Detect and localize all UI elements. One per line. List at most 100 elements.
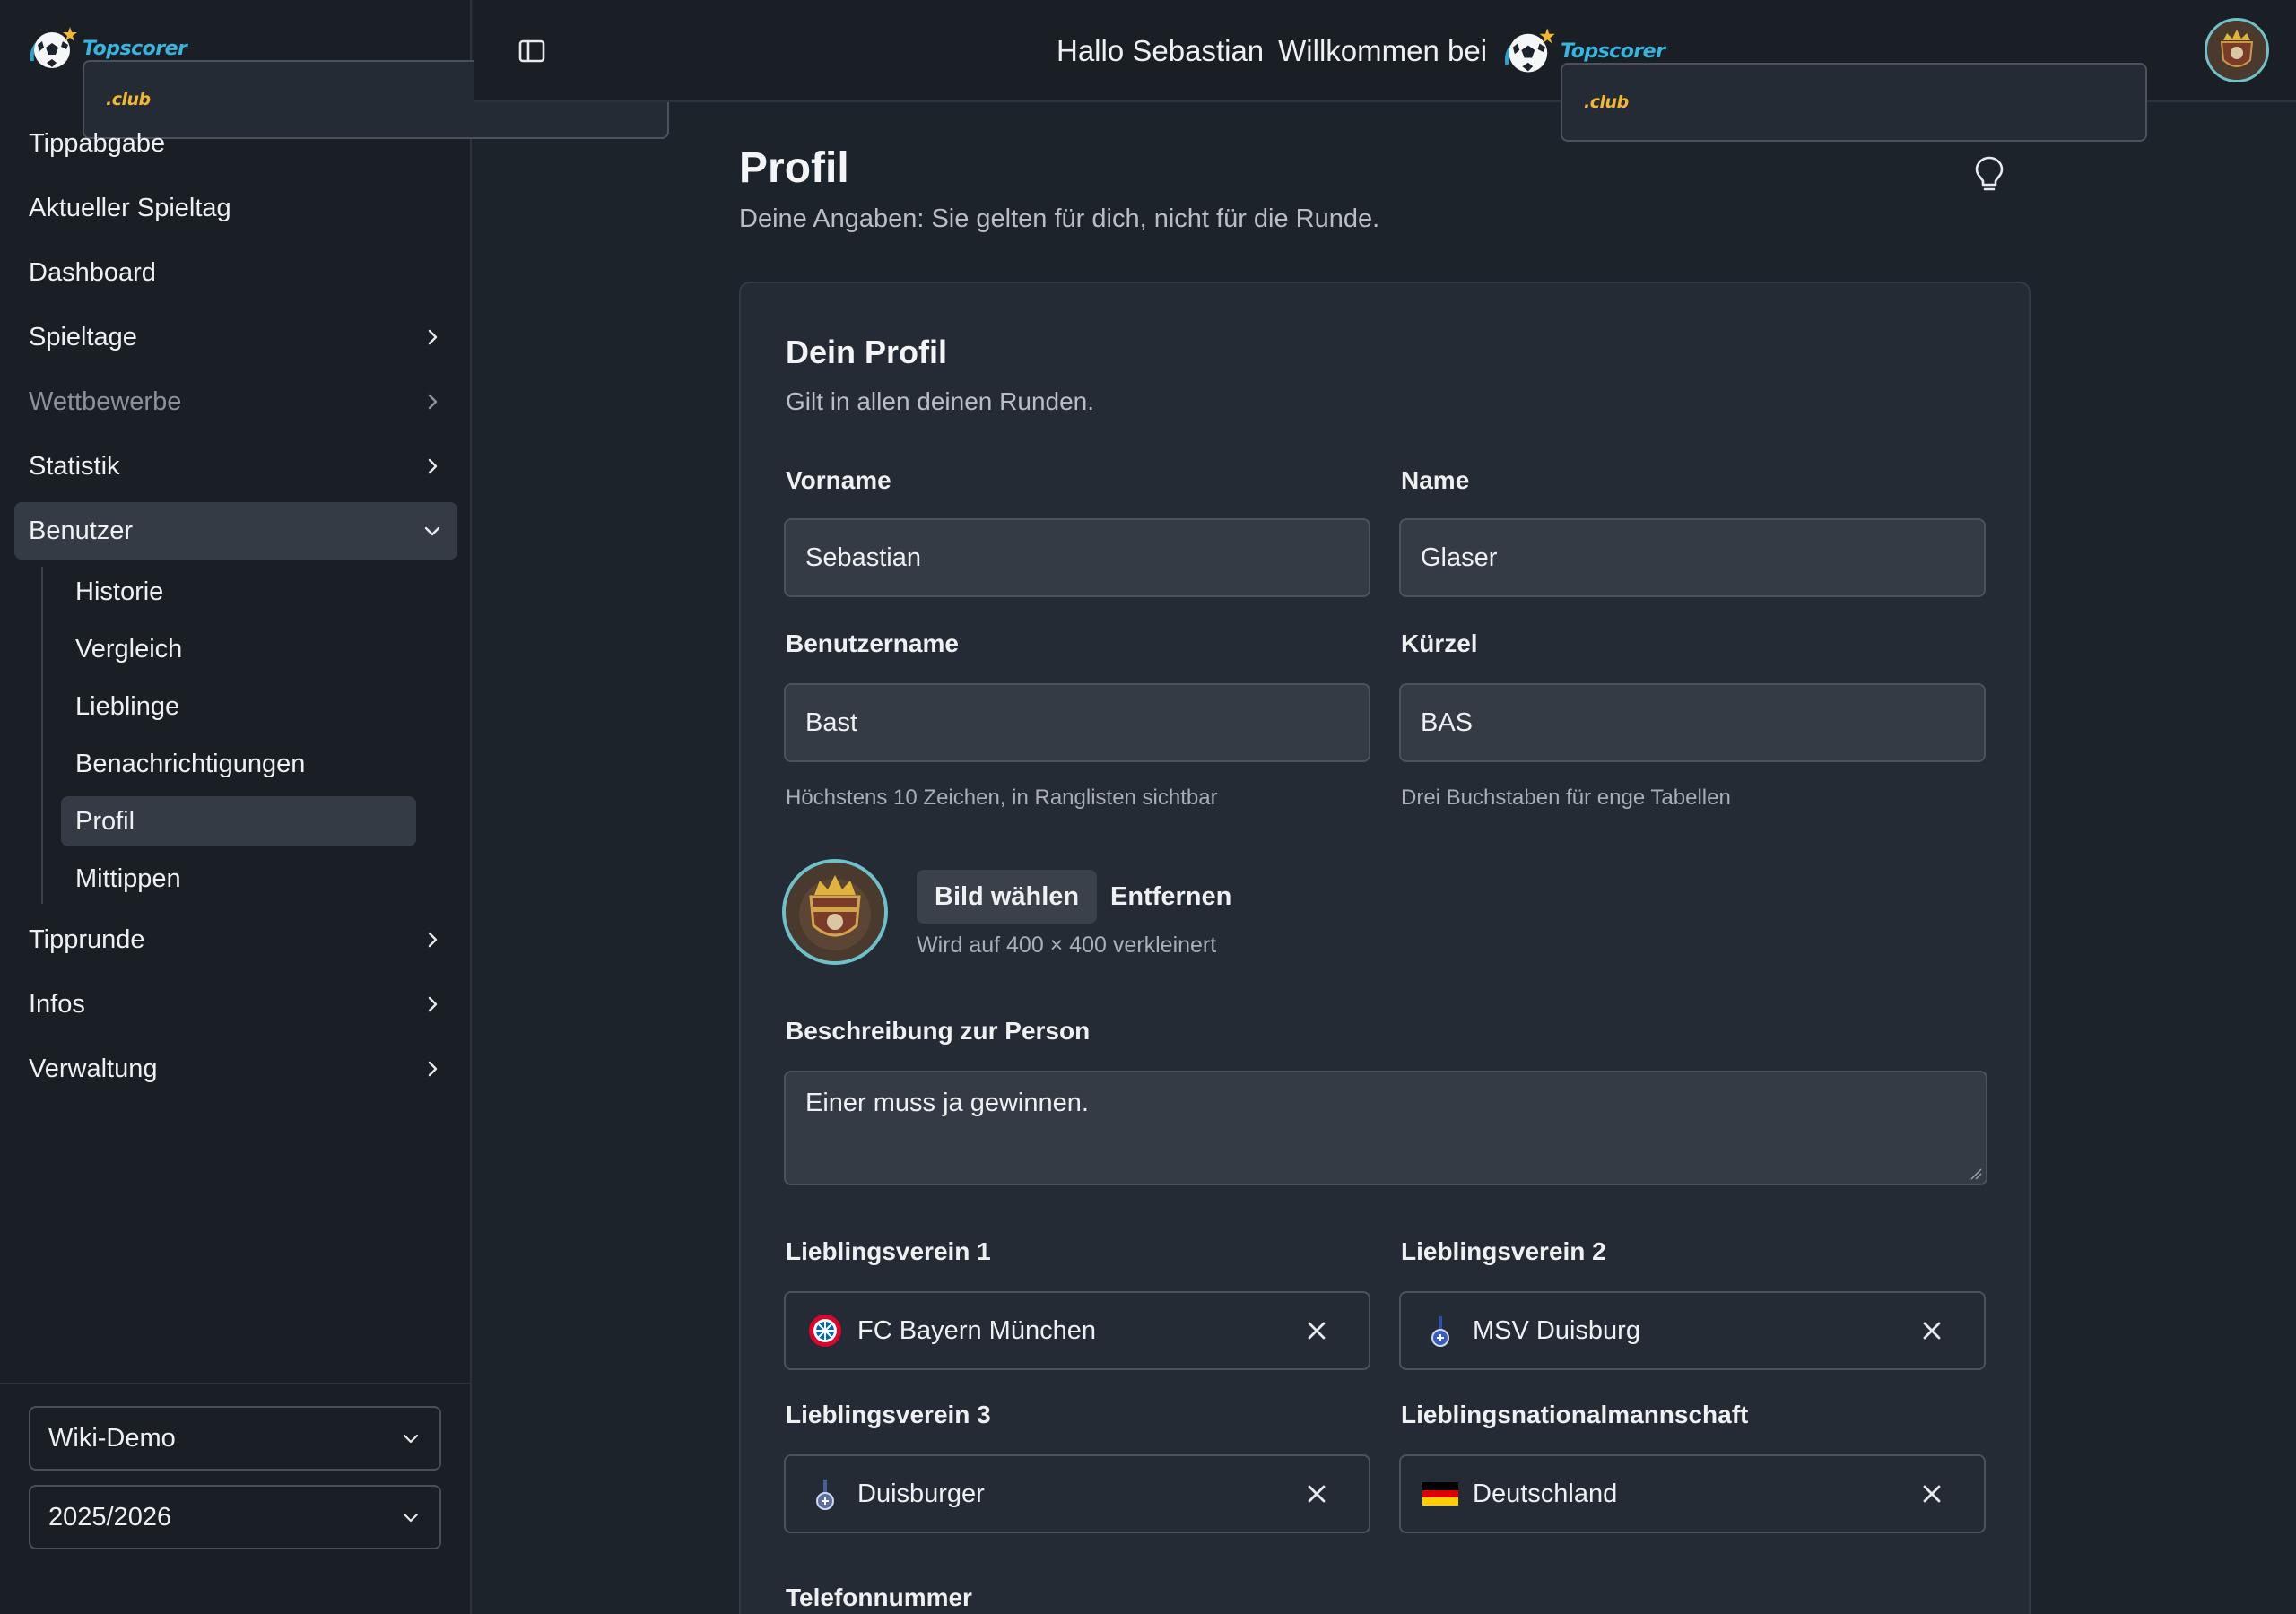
sub-item-label: Vergleich — [75, 634, 183, 664]
brand-wordmark: Topscorer .club — [1561, 40, 2148, 142]
nav-item-label: Tipprunde — [29, 924, 145, 954]
name-label: Name — [1401, 466, 1470, 494]
nation-select[interactable]: Deutschland — [1399, 1454, 1986, 1533]
sub-item-benachrichtigungen[interactable]: Benachrichtigungen — [61, 739, 416, 789]
profile-card: Dein Profil Gilt in allen deinen Runden.… — [739, 282, 2031, 1614]
chevron-down-icon — [403, 1434, 419, 1444]
round-select-value: Wiki-Demo — [48, 1423, 176, 1453]
nav-item-tipprunde[interactable]: Tipprunde — [14, 911, 457, 968]
vorname-input[interactable]: Sebastian — [784, 518, 1370, 597]
verein2-select[interactable]: MSV Duisburg — [1399, 1291, 1986, 1370]
sidebar-footer: Wiki-Demo 2025/2026 — [0, 1383, 470, 1585]
sub-item-label: Historie — [75, 577, 164, 606]
avatar-crest-icon — [786, 863, 884, 961]
beschreibung-textarea[interactable]: Einer muss ja gewinnen. — [784, 1071, 1987, 1185]
nav-item-dashboard[interactable]: Dashboard — [14, 244, 457, 301]
resize-handle-icon[interactable] — [1970, 1167, 1982, 1180]
benutzername-value: Bast — [805, 707, 858, 737]
season-select[interactable]: 2025/2026 — [29, 1485, 441, 1549]
season-select-value: 2025/2026 — [48, 1502, 172, 1532]
sub-item-profil[interactable]: Profil — [61, 796, 416, 846]
nav-item-tippabgabe[interactable]: Tippabgabe — [14, 115, 457, 172]
verein2-label: Lieblingsverein 2 — [1401, 1237, 1606, 1265]
chevron-down-icon — [403, 1513, 419, 1523]
greeting-text: Hallo Sebastian — [1057, 34, 1265, 67]
nav-item-benutzer[interactable]: Benutzer — [14, 502, 457, 560]
sub-item-lieblinge[interactable]: Lieblinge — [61, 681, 416, 732]
nav-item-wettbewerbe[interactable]: Wettbewerbe — [14, 373, 457, 430]
brand-logo[interactable]: Topscorer .club — [27, 22, 669, 139]
verein1-value: FC Bayern München — [857, 1315, 1096, 1345]
page-title: Profil — [739, 144, 849, 192]
kuerzel-help: Drei Buchstaben für enge Tabellen — [1401, 785, 1731, 810]
avatar-crest-icon — [2207, 21, 2266, 80]
lightbulb-icon[interactable] — [1971, 154, 2007, 194]
verein3-value: Duisburger — [857, 1479, 985, 1508]
brand-wordmark: Topscorer .club — [83, 38, 669, 139]
nav-item-infos[interactable]: Infos — [14, 976, 457, 1033]
profile-avatar — [782, 859, 888, 965]
verein3-select[interactable]: Duisburger — [784, 1454, 1370, 1533]
msv-duisburg-crest-icon — [1422, 1313, 1458, 1349]
chevron-down-icon — [424, 526, 440, 536]
nation-label: Lieblingsnationalmannschaft — [1401, 1401, 1749, 1428]
vorname-label: Vorname — [786, 466, 891, 494]
verein2-value: MSV Duisburg — [1473, 1315, 1640, 1345]
nav-item-verwaltung[interactable]: Verwaltung — [14, 1040, 457, 1098]
sub-item-historie[interactable]: Historie — [61, 567, 416, 617]
sub-item-label: Benachrichtigungen — [75, 749, 306, 778]
benutzername-input[interactable]: Bast — [784, 683, 1370, 762]
chevron-right-icon — [428, 932, 438, 948]
nav-item-spieltage[interactable]: Spieltage — [14, 308, 457, 366]
nav-item-label: Dashboard — [29, 257, 156, 287]
beschreibung-value: Einer muss ja gewinnen. — [805, 1089, 1089, 1117]
soccer-ball-icon — [1504, 28, 1555, 73]
sub-item-label: Mittippen — [75, 863, 181, 893]
nav-item-label: Verwaltung — [29, 1054, 158, 1083]
nav-item-label: Spieltage — [29, 322, 137, 351]
soccer-ball-icon — [30, 27, 77, 68]
nav-item-label: Benutzer — [29, 516, 134, 545]
top-bar: Hallo Sebastian Willkommen bei Topscorer… — [474, 0, 2296, 142]
verein3-label: Lieblingsverein 3 — [786, 1401, 991, 1428]
nav-item-aktueller-spieltag[interactable]: Aktueller Spieltag — [14, 179, 457, 237]
sub-item-mittippen[interactable]: Mittippen — [61, 854, 416, 904]
benutzername-label: Benutzername — [786, 629, 959, 657]
sidebar-toggle-icon[interactable] — [517, 36, 547, 66]
page-subtitle: Deine Angaben: Sie gelten für dich, nich… — [739, 204, 1380, 233]
vorname-value: Sebastian — [805, 542, 921, 572]
kuerzel-input[interactable]: BAS — [1399, 683, 1986, 762]
fc-bayern-crest-icon — [807, 1313, 843, 1349]
sidebar: Topscorer .club Tippabgabe Aktueller Spie… — [0, 0, 669, 1614]
clear-icon[interactable] — [1304, 1318, 1329, 1343]
kuerzel-value: BAS — [1421, 707, 1474, 737]
nation-value: Deutschland — [1473, 1479, 1618, 1508]
chevron-right-icon — [428, 458, 438, 474]
benutzer-submenu: Historie Vergleich Lieblinge Benachricht… — [41, 567, 457, 904]
name-input[interactable]: Glaser — [1399, 518, 1986, 597]
image-help: Wird auf 400 × 400 verkleinert — [917, 933, 1217, 958]
welcome-text: Willkommen bei — [1278, 34, 1488, 67]
nav-item-label: Tippabgabe — [29, 128, 166, 158]
user-avatar[interactable] — [2205, 18, 2269, 82]
nav-item-statistik[interactable]: Statistik — [14, 438, 457, 495]
round-select[interactable]: Wiki-Demo — [29, 1406, 441, 1471]
card-subtitle: Gilt in allen deinen Runden. — [786, 387, 1095, 415]
clear-icon[interactable] — [1919, 1481, 1944, 1506]
kuerzel-label: Kürzel — [1401, 629, 1478, 657]
verein1-select[interactable]: FC Bayern München — [784, 1291, 1370, 1370]
welcome-banner: Hallo Sebastian Willkommen bei Topscorer… — [1057, 0, 2148, 142]
clear-icon[interactable] — [1304, 1481, 1329, 1506]
remove-image-button[interactable]: Entfernen — [1110, 870, 1231, 924]
germany-flag-icon — [1422, 1476, 1458, 1512]
nav-item-label: Statistik — [29, 451, 120, 481]
verein1-label: Lieblingsverein 1 — [786, 1237, 991, 1265]
name-value: Glaser — [1421, 542, 1498, 572]
sub-item-vergleich[interactable]: Vergleich — [61, 624, 416, 674]
choose-image-button[interactable]: Bild wählen — [917, 870, 1098, 924]
telefon-label: Telefonnummer — [786, 1584, 972, 1611]
clear-icon[interactable] — [1919, 1318, 1944, 1343]
beschreibung-label: Beschreibung zur Person — [786, 1017, 1091, 1045]
card-title: Dein Profil — [786, 334, 948, 370]
sub-item-label: Profil — [75, 806, 135, 836]
